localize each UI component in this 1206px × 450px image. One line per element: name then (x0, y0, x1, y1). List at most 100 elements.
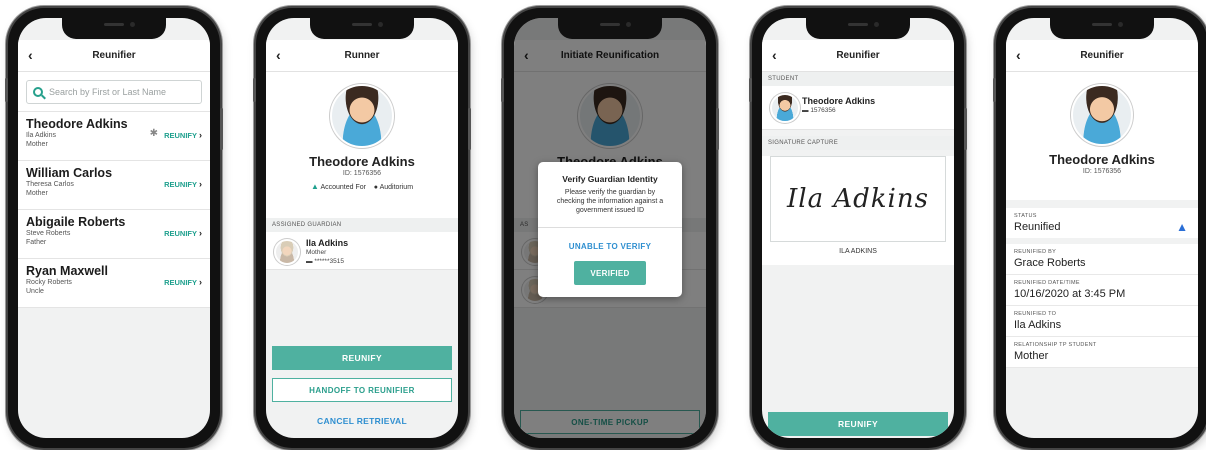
guardian-id-line: ▬ ******3515 (306, 258, 344, 265)
field-value: Mother (1014, 350, 1049, 362)
location-pin-icon: ● (373, 184, 378, 191)
verify-modal: Verify Guardian Identity Please verify t… (538, 162, 682, 297)
list-item[interactable]: William Carlos Theresa Carlos Mother REU… (18, 161, 210, 210)
field-value: 10/16/2020 at 3:45 PM (1014, 288, 1126, 300)
guardian-relation: Mother (26, 141, 48, 148)
field-label: REUNIFIED DATE/TIME (1014, 280, 1080, 286)
student-name: Theodore Adkins (26, 117, 128, 131)
student-photo (1071, 84, 1133, 146)
notch (806, 18, 910, 39)
nav-bar: ‹ Reunifier (1006, 40, 1198, 72)
signature: Ila Adkins (787, 184, 929, 214)
status-line: ▲ Accounted For ● Auditorium (266, 182, 458, 191)
phone-signature: ‹ Reunifier STUDENT Theodore Adkins ▬ 15… (749, 8, 967, 448)
location-text: Auditorium (379, 184, 414, 191)
student-name: Ryan Maxwell (26, 264, 108, 278)
guardian-relation: Uncle (26, 288, 44, 295)
status-value: Reunified (1014, 221, 1061, 233)
student-card: Theodore Adkins ▬ 1576356 (762, 86, 954, 130)
signer-label: ILA ADKINS (839, 248, 877, 255)
list-item[interactable]: Theodore Adkins Ila Adkins Mother ✱ REUN… (18, 112, 210, 161)
guardian-relation: Mother (26, 190, 48, 197)
guardian-photo (274, 239, 300, 265)
section-header: ASSIGNED GUARDIAN (266, 218, 458, 232)
reunify-button[interactable]: REUNIFY (272, 346, 452, 370)
student-list: Theodore Adkins Ila Adkins Mother ✱ REUN… (18, 112, 210, 308)
verified-button[interactable]: VERIFIED (574, 261, 646, 285)
student-id: ID: 1576356 (1082, 168, 1122, 175)
status-text: Accounted For (320, 184, 366, 191)
back-chevron-icon[interactable]: ‹ (1016, 47, 1021, 63)
phone-initiate-reunification: ‹ Initiate Reunification Theodore Adkins… (501, 8, 719, 448)
back-chevron-icon[interactable]: ‹ (28, 47, 33, 63)
guardian-relation: Mother (306, 249, 327, 256)
guardian-card[interactable]: Ila Adkins Mother ▬ ******3515 (266, 232, 458, 270)
phone-reunified-detail: ‹ Reunifier Theodore Adkins ID: 1576356 … (993, 8, 1206, 448)
reunify-link[interactable]: REUNIFY › (164, 130, 202, 140)
section-header: SIGNATURE CAPTURE (762, 136, 954, 150)
nav-bar: ‹ Runner (266, 40, 458, 72)
unable-to-verify-link[interactable]: UNABLE TO VERIFY (538, 228, 682, 261)
status-label: STATUS (1014, 213, 1037, 219)
chevron-right-icon: › (199, 130, 202, 140)
student-name: Theodore Adkins (1049, 152, 1155, 167)
detail-field: REUNIFIED DATE/TIME 10/16/2020 at 3:45 P… (1006, 275, 1198, 306)
screen: ‹ Initiate Reunification Theodore Adkins… (514, 18, 706, 438)
phone-runner: ‹ Runner Theodore Adkins ID: 1576356 ▲ A… (253, 8, 471, 448)
cancel-retrieval-link[interactable]: CANCEL RETRIEVAL (272, 416, 452, 426)
student-profile: Theodore Adkins ID: 1576356 ▲ Accounted … (266, 72, 458, 218)
student-photo (330, 84, 394, 148)
student-name: William Carlos (26, 166, 113, 180)
reunify-link[interactable]: REUNIFY › (164, 179, 202, 189)
screen: ‹ Reunifier Theodore Adkins ID: 1576356 … (1006, 18, 1198, 438)
screen: ‹ Reunifier STUDENT Theodore Adkins ▬ 15… (762, 18, 954, 438)
notch (310, 18, 414, 39)
nav-title: Reunifier (92, 50, 136, 61)
id-card-icon: ▬ (306, 258, 313, 265)
student-id-line: ▬ 1576356 (802, 107, 836, 114)
phone-reunifier-list: ‹ Reunifier Theodore Adkins Ila Adkins M… (5, 8, 223, 448)
student-name: Abigaile Roberts (26, 215, 126, 229)
triangle-icon: ▲ (310, 182, 319, 191)
student-photo (770, 93, 800, 123)
list-item[interactable]: Abigaile Roberts Steve Roberts Father RE… (18, 210, 210, 259)
search-input[interactable] (49, 87, 189, 97)
student-profile: Theodore Adkins ID: 1576356 (1006, 72, 1198, 200)
chevron-right-icon: › (199, 277, 202, 287)
field-label: REUNIFIED TO (1014, 311, 1057, 317)
notch (558, 18, 662, 39)
section-header: STUDENT (762, 72, 954, 86)
nav-bar: ‹ Reunifier (18, 40, 210, 72)
reunify-link[interactable]: REUNIFY › (164, 228, 202, 238)
reunify-button[interactable]: REUNIFY (768, 412, 948, 436)
guardian-relation: Father (26, 239, 47, 246)
nav-title: Runner (344, 50, 380, 61)
screen: ‹ Reunifier Theodore Adkins Ila Adkins M… (18, 18, 210, 438)
handoff-button[interactable]: HANDOFF TO REUNIFIER (272, 378, 452, 402)
search-box[interactable] (26, 80, 202, 104)
id-card-icon: ▬ (802, 107, 809, 114)
list-item[interactable]: Ryan Maxwell Rocky Roberts Uncle REUNIFY… (18, 259, 210, 308)
chevron-right-icon: › (199, 179, 202, 189)
field-label: RELATIONSHIP TP STUDENT (1014, 342, 1097, 348)
student-name: Theodore Adkins (802, 96, 876, 106)
nav-title: Reunifier (836, 50, 880, 61)
nav-bar: ‹ Reunifier (762, 40, 954, 72)
back-chevron-icon[interactable]: ‹ (276, 47, 281, 63)
notch (62, 18, 166, 39)
reunify-link[interactable]: REUNIFY › (164, 277, 202, 287)
student-name: Theodore Adkins (309, 154, 415, 169)
detail-field: REUNIFIED BY Grace Roberts (1006, 244, 1198, 275)
detail-field: REUNIFIED TO Ila Adkins (1006, 306, 1198, 337)
signature-pad[interactable]: Ila Adkins (770, 156, 946, 242)
chevron-right-icon: › (199, 228, 202, 238)
screen: ‹ Runner Theodore Adkins ID: 1576356 ▲ A… (266, 18, 458, 438)
modal-title: Verify Guardian Identity (562, 174, 658, 184)
notch (1050, 18, 1154, 39)
guardian-name: Ila Adkins (306, 238, 349, 248)
flag-icon: ✱ (149, 128, 158, 139)
student-id: ID: 1576356 (342, 170, 382, 177)
back-chevron-icon[interactable]: ‹ (772, 47, 777, 63)
search-bar (18, 72, 210, 112)
field-value: Grace Roberts (1014, 257, 1086, 269)
